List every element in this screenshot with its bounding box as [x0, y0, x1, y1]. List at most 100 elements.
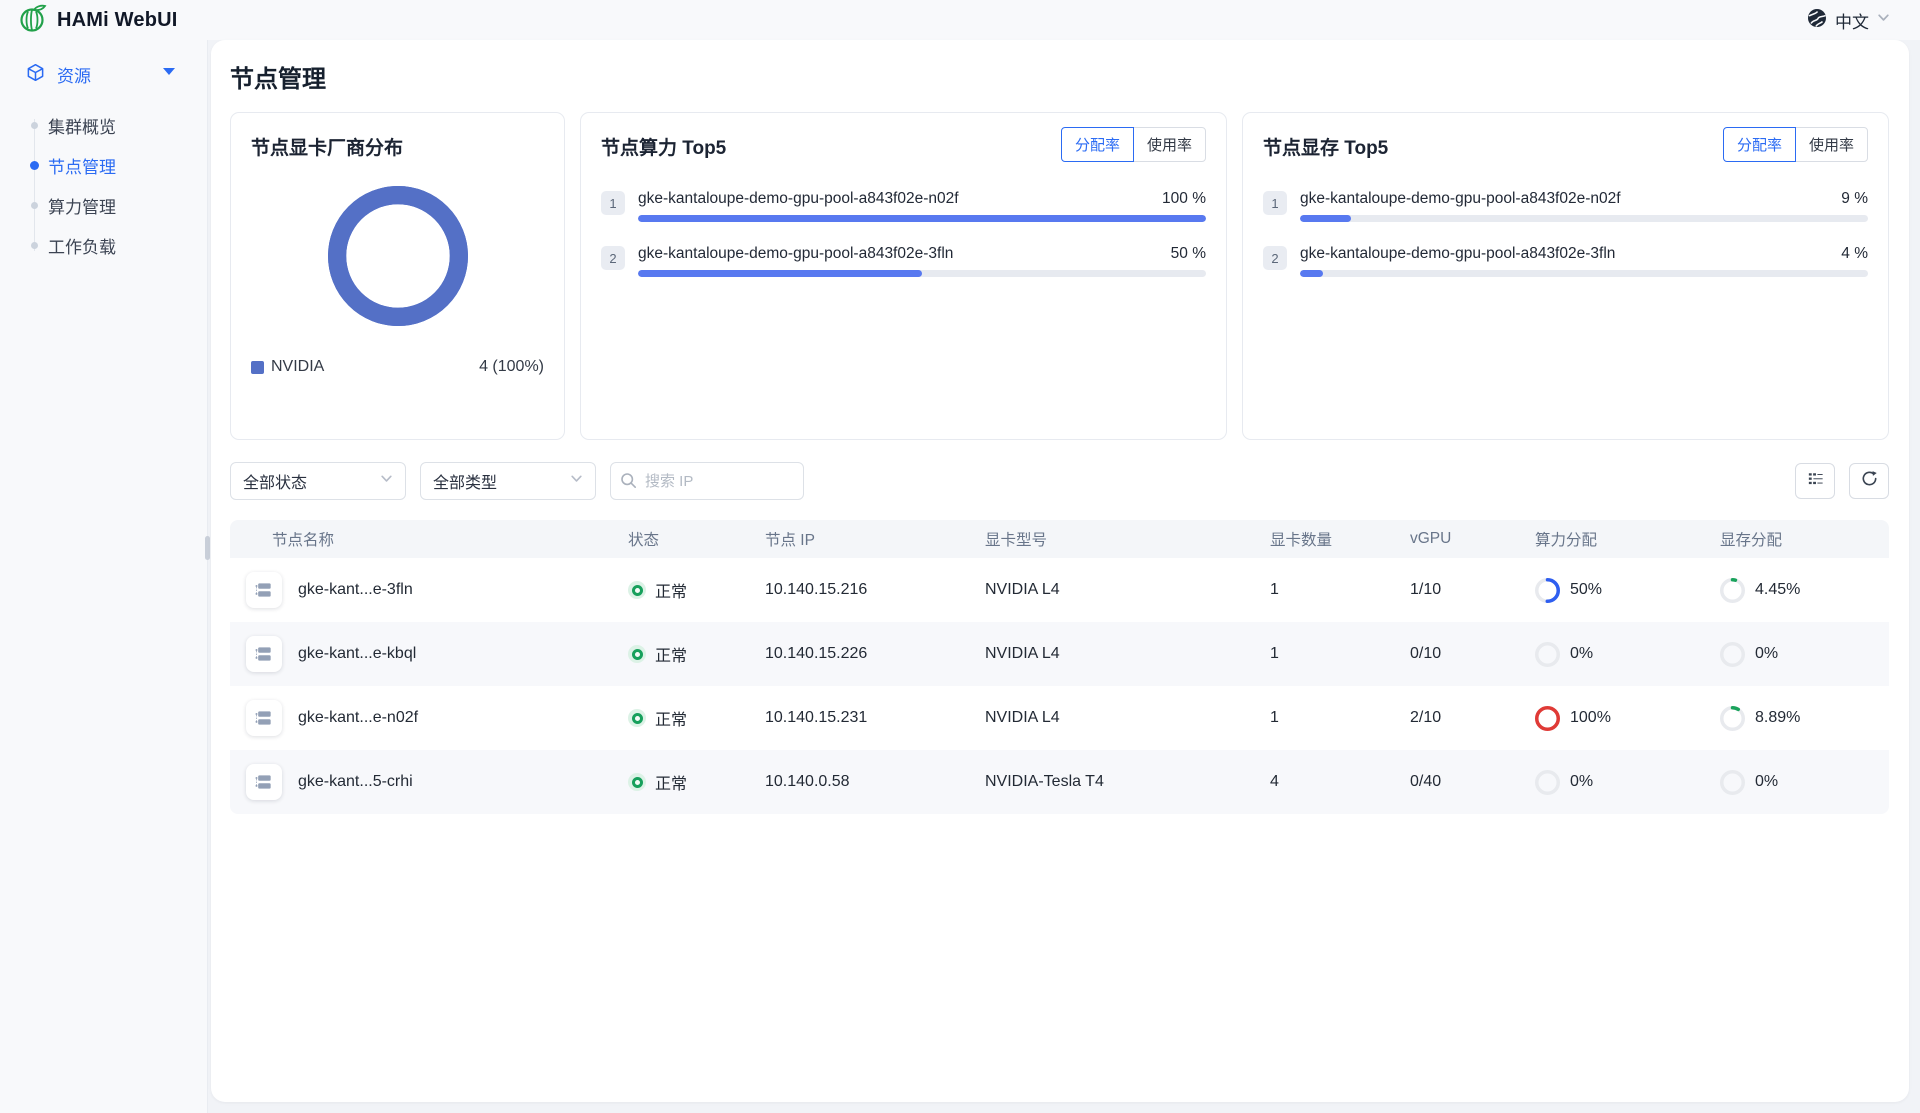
- gpu-model: NVIDIA L4: [985, 581, 1270, 599]
- sidebar-item-label: 算力管理: [48, 193, 116, 218]
- memory-metric-toggle: 分配率 使用率: [1723, 127, 1868, 162]
- allocation-rate-tab[interactable]: 分配率: [1061, 127, 1134, 162]
- rank-badge: 2: [1263, 246, 1287, 270]
- chevron-down-icon: [380, 472, 393, 490]
- donut-legend: NVIDIA 4 (100%): [251, 358, 544, 376]
- sidebar-section-resources[interactable]: 资源: [0, 40, 207, 101]
- node-name-link[interactable]: gke-kant...e-3fln: [298, 581, 413, 599]
- node-icon-box: [246, 636, 282, 672]
- node-name-link[interactable]: gke-kant...e-n02f: [298, 709, 418, 727]
- compute-top5-card: 节点算力 Top5 分配率 使用率 1 gke-kantaloupe-demo-…: [580, 112, 1227, 440]
- node-name-link[interactable]: gke-kant...e-kbql: [298, 645, 416, 663]
- vendor-donut-chart: [251, 186, 544, 326]
- nodes-table: 节点名称 状态 节点 IP 显卡型号 显卡数量 vGPU 算力分配 显存分配 g…: [230, 520, 1889, 814]
- legend-value: 4 (100%): [479, 358, 544, 376]
- node-percent: 4 %: [1841, 245, 1868, 263]
- progress-fill: [638, 270, 922, 277]
- node-ip: 10.140.15.226: [765, 645, 985, 663]
- table-row[interactable]: gke-kant...e-n02f 正常 10.140.15.231 NVIDI…: [230, 686, 1889, 750]
- tree-dot-icon: [31, 242, 38, 249]
- main-panel: 节点管理 节点显卡厂商分布 NVIDIA 4 (100%) 节点算力 Top5 …: [211, 40, 1909, 1102]
- top-bar: HAMi WebUI 中文: [0, 0, 1920, 40]
- refresh-icon: [1860, 469, 1879, 493]
- sidebar-section-label: 资源: [57, 62, 91, 87]
- table-row[interactable]: gke-kant...e-3fln 正常 10.140.15.216 NVIDI…: [230, 558, 1889, 622]
- type-filter-select[interactable]: 全部类型: [420, 462, 596, 500]
- progress-fill: [1300, 270, 1323, 277]
- column-settings-button[interactable]: [1795, 463, 1835, 499]
- memory-top5-card: 节点显存 Top5 分配率 使用率 1 gke-kantaloupe-demo-…: [1242, 112, 1889, 440]
- language-switcher[interactable]: 中文: [1807, 0, 1890, 40]
- chevron-down-icon: [1877, 11, 1890, 29]
- node-name-link[interactable]: gke-kant...5-crhi: [298, 773, 413, 791]
- rank-badge: 1: [1263, 191, 1287, 215]
- memory-rank-list: 1 gke-kantaloupe-demo-gpu-pool-a843f02e-…: [1263, 190, 1868, 277]
- type-filter-value: 全部类型: [433, 469, 497, 493]
- compute-alloc-ring: [1535, 770, 1560, 795]
- search-input[interactable]: [610, 462, 804, 500]
- page-title: 节点管理: [230, 66, 1889, 94]
- memory-alloc-value: 0%: [1755, 645, 1778, 663]
- legend-label: NVIDIA: [271, 358, 324, 376]
- node-ip: 10.140.15.216: [765, 581, 985, 599]
- server-node-icon: [254, 644, 274, 664]
- donut-ring: [328, 186, 468, 326]
- status-badge: 正常: [655, 706, 687, 730]
- col-node-ip: 节点 IP: [765, 528, 985, 550]
- table-row[interactable]: gke-kant...e-kbql 正常 10.140.15.226 NVIDI…: [230, 622, 1889, 686]
- vgpu-ratio: 0/40: [1410, 773, 1535, 791]
- sidebar-item-label: 节点管理: [48, 153, 116, 178]
- sidebar-item-workloads[interactable]: 工作负载: [0, 225, 207, 265]
- collapse-caret-icon[interactable]: [163, 68, 175, 75]
- legend-swatch: [251, 361, 264, 374]
- compute-alloc-value: 0%: [1570, 773, 1593, 791]
- status-badge: 正常: [655, 642, 687, 666]
- status-filter-select[interactable]: 全部状态: [230, 462, 406, 500]
- usage-rate-tab[interactable]: 使用率: [1795, 127, 1868, 162]
- compute-alloc-ring: [1535, 642, 1560, 667]
- refresh-button[interactable]: [1849, 463, 1889, 499]
- gpu-count: 1: [1270, 645, 1410, 663]
- filter-row: 全部状态 全部类型: [230, 462, 1889, 500]
- compute-alloc-value: 50%: [1570, 581, 1602, 599]
- col-memory-alloc: 显存分配: [1720, 528, 1889, 550]
- node-name: gke-kantaloupe-demo-gpu-pool-a843f02e-3f…: [638, 245, 953, 263]
- progress-fill: [1300, 215, 1351, 222]
- rank-row: 1 gke-kantaloupe-demo-gpu-pool-a843f02e-…: [601, 190, 1206, 222]
- memory-alloc-value: 8.89%: [1755, 709, 1800, 727]
- col-vgpu: vGPU: [1410, 530, 1535, 548]
- node-name: gke-kantaloupe-demo-gpu-pool-a843f02e-3f…: [1300, 245, 1615, 263]
- node-icon-box: [246, 572, 282, 608]
- node-percent: 9 %: [1841, 190, 1868, 208]
- usage-rate-tab[interactable]: 使用率: [1133, 127, 1206, 162]
- globe-icon: [1807, 8, 1827, 33]
- sidebar-menu: 集群概览 节点管理 算力管理 工作负载: [0, 105, 207, 265]
- rank-badge: 2: [601, 246, 625, 270]
- memory-alloc-value: 0%: [1755, 773, 1778, 791]
- allocation-rate-tab[interactable]: 分配率: [1723, 127, 1796, 162]
- status-ok-icon: [628, 645, 646, 663]
- gpu-count: 1: [1270, 709, 1410, 727]
- gpu-model: NVIDIA L4: [985, 709, 1270, 727]
- server-node-icon: [254, 708, 274, 728]
- sidebar-item-cluster-overview[interactable]: 集群概览: [0, 105, 207, 145]
- tree-dot-icon: [31, 122, 38, 129]
- status-filter-value: 全部状态: [243, 469, 307, 493]
- col-compute-alloc: 算力分配: [1535, 528, 1720, 550]
- compute-alloc-value: 0%: [1570, 645, 1593, 663]
- table-header: 节点名称 状态 节点 IP 显卡型号 显卡数量 vGPU 算力分配 显存分配: [230, 520, 1889, 558]
- sidebar-item-label: 工作负载: [48, 233, 116, 258]
- cube-icon: [26, 63, 45, 87]
- server-node-icon: [254, 772, 274, 792]
- col-node-name: 节点名称: [230, 528, 628, 550]
- table-row[interactable]: gke-kant...5-crhi 正常 10.140.0.58 NVIDIA-…: [230, 750, 1889, 814]
- sidebar-item-compute-management[interactable]: 算力管理: [0, 185, 207, 225]
- brand: HAMi WebUI: [0, 3, 178, 38]
- compute-alloc-value: 100%: [1570, 709, 1611, 727]
- sidebar-item-node-management[interactable]: 节点管理: [0, 145, 207, 185]
- status-badge: 正常: [655, 578, 687, 602]
- vgpu-ratio: 0/10: [1410, 645, 1535, 663]
- sidebar-resize-handle[interactable]: [205, 536, 210, 560]
- status-ok-icon: [628, 773, 646, 791]
- rank-row: 2 gke-kantaloupe-demo-gpu-pool-a843f02e-…: [1263, 245, 1868, 277]
